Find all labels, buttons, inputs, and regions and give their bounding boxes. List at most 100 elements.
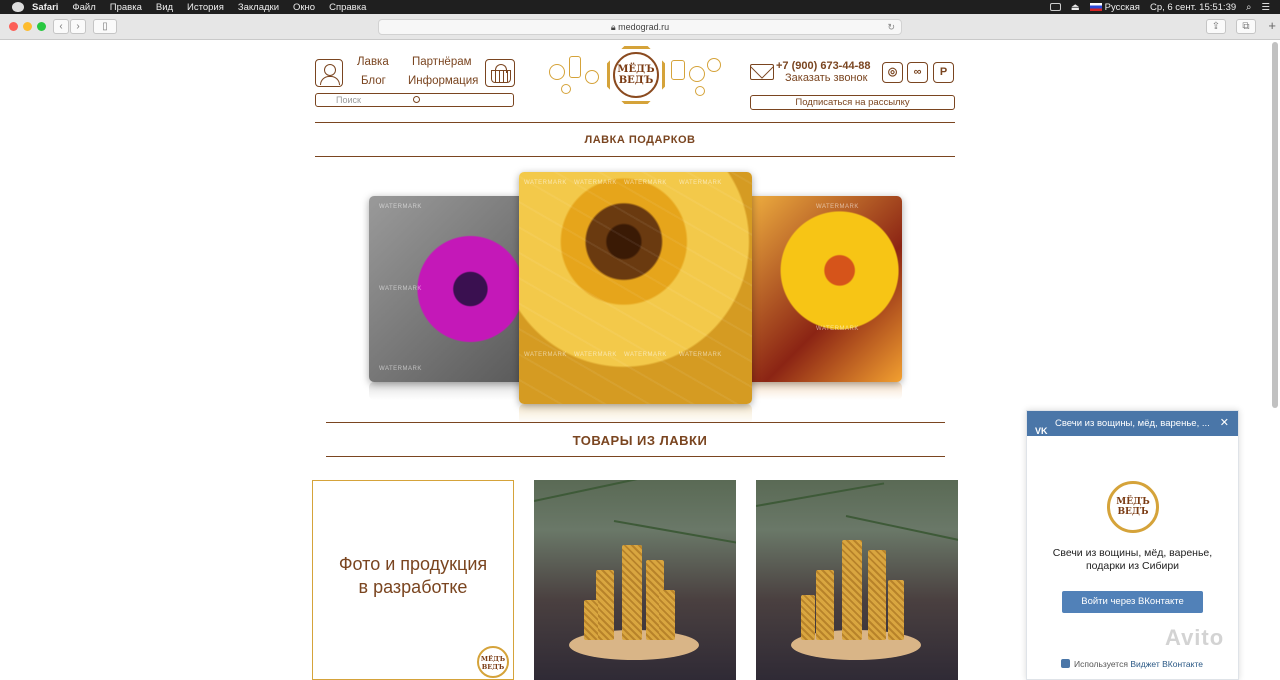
menubar-clock[interactable]: Ср, 6 сент. 15:51:39	[1150, 2, 1236, 13]
zoom-window-icon[interactable]	[37, 22, 46, 31]
logo-text-bottom: ВЕДЪ	[618, 75, 654, 86]
vk-widget-header[interactable]: VK Свечи из вощины, мёд, варенье, ... ✕	[1027, 411, 1238, 436]
search-input[interactable]: Поиск	[315, 93, 514, 107]
watermark-text: WATERMARK	[679, 352, 722, 358]
placeholder-line: Фото и продукция	[338, 554, 488, 574]
menu-app-name[interactable]: Safari	[32, 2, 58, 13]
menu-help[interactable]: Справка	[329, 2, 366, 13]
close-icon[interactable]: ✕	[1220, 411, 1229, 436]
watermark-text: WATERMARK	[379, 286, 422, 292]
vk-footer-prefix: Используется	[1074, 659, 1128, 669]
mini-logo-badge: МЁДЪ ВЕДЪ	[477, 646, 509, 678]
carousel-slide-yellow-daisy[interactable]: WATERMARK WATERMARK WATERMARK WATERMARK …	[519, 172, 752, 404]
candle	[596, 570, 614, 640]
menu-file[interactable]: Файл	[72, 2, 95, 13]
address-bar[interactable]: 🔒︎ medograd.ru ↻	[378, 19, 902, 35]
address-text: medograd.ru	[618, 22, 670, 32]
menu-window[interactable]: Окно	[293, 2, 315, 13]
jar-icon	[569, 56, 581, 78]
carousel-slide-pink-flower[interactable]: WATERMARK WATERMARK WATERMARK	[369, 196, 525, 382]
input-source-label: Русская	[1104, 1, 1140, 13]
bee-icon	[585, 70, 599, 84]
logo-text-top: МЁДЪ	[480, 655, 506, 663]
vk-title-line: Свечи из вощины, мёд, варенье,	[1052, 547, 1213, 559]
candle	[622, 545, 642, 640]
honey-pot-icon	[549, 64, 565, 80]
callback-link[interactable]: Заказать звонок	[785, 72, 867, 84]
watermark-text: WATERMARK	[624, 352, 667, 358]
watermark-text: WATERMARK	[524, 180, 567, 186]
slide-reflection	[369, 382, 525, 400]
vk-login-button[interactable]: Войти через ВКонтакте	[1062, 591, 1203, 613]
sidebar-toggle-button[interactable]: ▯	[93, 19, 117, 34]
watermark-text: WATERMARK	[574, 352, 617, 358]
share-button[interactable]: ⇪	[1206, 19, 1226, 34]
spotlight-icon[interactable]: ⌕	[1246, 2, 1251, 13]
menu-bookmarks[interactable]: Закладки	[238, 2, 279, 13]
reload-icon[interactable]: ↻	[887, 20, 895, 34]
placeholder-line: в разработке	[358, 577, 468, 597]
nav-shop[interactable]: Лавка	[357, 56, 389, 68]
logo-badge: МЁДЪ ВЕДЪ	[613, 52, 659, 98]
berry-icon	[561, 84, 571, 94]
page-scrollbar[interactable]	[1272, 42, 1278, 408]
phone-number[interactable]: +7 (900) 673-44-88	[776, 60, 870, 72]
forward-button[interactable]: ›	[70, 19, 86, 34]
product-card-candles-1[interactable]	[534, 480, 736, 680]
logo-text-bottom: ВЕДЪ	[481, 663, 505, 671]
tabs-overview-button[interactable]: ⧉	[1236, 19, 1256, 34]
divider	[326, 422, 945, 423]
divider	[315, 156, 955, 157]
candle	[801, 595, 815, 640]
nav-info[interactable]: Информация	[408, 75, 478, 87]
product-card-candles-2[interactable]	[756, 480, 958, 680]
subscribe-button[interactable]: Подписаться на рассылку	[750, 95, 955, 110]
carousel-slide-yellow-tulip[interactable]: WATERMARK WATERMARK	[746, 196, 902, 382]
instagram-icon[interactable]: ◎	[882, 62, 903, 83]
vk-widget-header-title: Свечи из вощины, мёд, варенье, ...	[1055, 418, 1210, 429]
battery-icon[interactable]	[1049, 3, 1061, 11]
search-placeholder: Поиск	[336, 95, 361, 105]
mail-icon[interactable]	[750, 64, 774, 80]
nav-blog[interactable]: Блог	[361, 75, 386, 87]
nav-partners[interactable]: Партнёрам	[412, 56, 472, 68]
site-logo[interactable]: МЁДЪ ВЕДЪ	[545, 44, 725, 104]
minimize-window-icon[interactable]	[23, 22, 32, 31]
eject-icon[interactable]: ⏏	[1071, 2, 1080, 13]
avito-watermark: Avito	[1165, 625, 1225, 650]
vk-icon[interactable]: ∞	[907, 62, 928, 83]
logo-text-top: МЁДЪ	[1116, 497, 1150, 507]
fir-branch	[845, 515, 958, 542]
apple-icon[interactable]	[12, 2, 24, 12]
candle	[584, 600, 598, 640]
candle	[816, 570, 834, 640]
close-window-icon[interactable]	[9, 22, 18, 31]
product-card-placeholder[interactable]: Фото и продукция в разработке МЁДЪ ВЕДЪ	[312, 480, 514, 680]
pinterest-icon[interactable]: P	[933, 62, 954, 83]
back-button[interactable]: ‹	[53, 19, 69, 34]
samovar-icon	[689, 66, 705, 82]
notification-center-icon[interactable]: ☰	[1261, 2, 1270, 13]
new-tab-button[interactable]: +	[1268, 18, 1276, 33]
vk-widget-footer: Используется Виджет ВКонтакте	[1061, 659, 1203, 669]
vk-community-avatar[interactable]: МЁДЪ ВЕДЪ	[1107, 481, 1159, 533]
cart-basket-icon[interactable]	[485, 59, 515, 87]
watermark-text: WATERMARK	[524, 352, 567, 358]
menu-view[interactable]: Вид	[156, 2, 173, 13]
input-source[interactable]: Русская	[1089, 1, 1140, 13]
logo-text-bottom: ВЕДЪ	[1117, 507, 1149, 517]
candle	[888, 580, 904, 640]
account-icon[interactable]	[315, 59, 343, 87]
search-icon[interactable]	[413, 96, 420, 103]
watermark-text: WATERMARK	[379, 204, 422, 210]
menu-history[interactable]: История	[187, 2, 224, 13]
candle	[842, 540, 862, 640]
vk-footer-link[interactable]: Виджет ВКонтакте	[1130, 659, 1203, 669]
watermark-text: WATERMARK	[624, 180, 667, 186]
slide-reflection	[746, 382, 902, 400]
vk-title-line: подарки из Сибири	[1085, 560, 1180, 572]
menu-edit[interactable]: Правка	[110, 2, 142, 13]
watermark-text: WATERMARK	[574, 180, 617, 186]
vk-community-name[interactable]: Свечи из вощины, мёд, варенье, подарки и…	[1027, 547, 1238, 573]
menubar-status: ⏏ Русская Ср, 6 сент. 15:51:39 ⌕ ☰	[1049, 0, 1270, 14]
